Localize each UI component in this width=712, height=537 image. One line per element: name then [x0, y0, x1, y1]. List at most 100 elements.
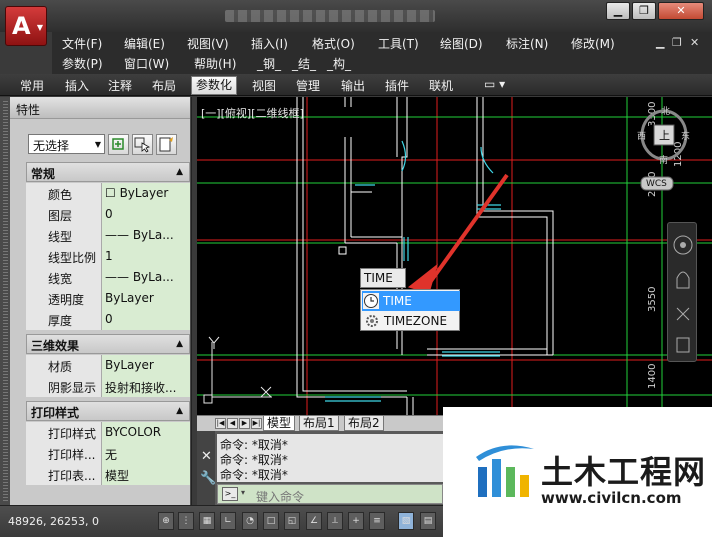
menu-help[interactable]: 帮助(H): [194, 55, 236, 72]
doc-minimize-button[interactable]: ▁: [656, 36, 664, 49]
prop-row-color[interactable]: 颜色 ☐ ByLayer: [26, 183, 190, 204]
autocomplete-input[interactable]: TIME: [360, 268, 406, 288]
prev-layout-button[interactable]: ◀: [227, 418, 238, 429]
maximize-button[interactable]: ❐: [632, 2, 656, 20]
section-3d-header[interactable]: 三维效果 ▲: [26, 334, 190, 354]
prop-value[interactable]: ☐ ByLayer: [102, 183, 190, 204]
tab-output[interactable]: 输出: [337, 77, 369, 94]
prop-value[interactable]: 0: [102, 309, 190, 330]
tab-online[interactable]: 联机: [425, 77, 457, 94]
menu-dimension[interactable]: 标注(N): [506, 35, 548, 52]
viewcube-top-face[interactable]: 上: [659, 127, 670, 143]
toggle-pickadd-button[interactable]: [108, 134, 129, 155]
close-button[interactable]: ✕: [658, 2, 704, 20]
menu-tools[interactable]: 工具(T): [378, 35, 419, 52]
menu-edit[interactable]: 编辑(E): [124, 35, 165, 52]
prop-row-transparency[interactable]: 透明度 ByLayer: [26, 288, 190, 309]
viewcube[interactable]: 上 北 西 东 南 WCS: [637, 103, 707, 198]
3d-osnap-toggle[interactable]: ◱: [284, 512, 300, 530]
section-plotstyle-header[interactable]: 打印样式 ▲: [26, 401, 190, 421]
menu-modify[interactable]: 修改(M): [571, 35, 615, 52]
prop-row-plotstyle-table[interactable]: 打印样... 无: [26, 443, 190, 464]
selection-dropdown[interactable]: 无选择 ▼: [28, 134, 105, 154]
command-input[interactable]: >_ ▾ 键入命令: [217, 484, 443, 504]
prop-row-thickness[interactable]: 厚度 0: [26, 309, 190, 330]
palette-grip[interactable]: [3, 101, 8, 501]
prop-row-material[interactable]: 材质 ByLayer: [26, 355, 190, 376]
tab-annotate[interactable]: 注释: [104, 77, 136, 94]
quick-select-button[interactable]: [156, 134, 177, 155]
command-prompt-icon[interactable]: >_: [222, 487, 238, 501]
prop-value[interactable]: 无: [102, 443, 190, 464]
chevron-down-icon[interactable]: ▾: [241, 488, 245, 497]
prop-row-linetype-scale[interactable]: 线型比例 1: [26, 246, 190, 267]
quick-properties-toggle[interactable]: ▤: [420, 512, 436, 530]
wrench-icon[interactable]: 🔧: [200, 471, 216, 486]
ortho-toggle[interactable]: ∟: [220, 512, 236, 530]
menu-structure[interactable]: _结_: [292, 55, 316, 72]
prop-value[interactable]: 1: [102, 246, 190, 267]
section-general-header[interactable]: 常规 ▲: [26, 162, 190, 182]
coordinate-readout[interactable]: 48926, 26253, 0: [8, 515, 99, 528]
select-objects-button[interactable]: [132, 134, 153, 155]
prop-row-shadow[interactable]: 阴影显示 投射和接收...: [26, 376, 190, 397]
menu-file[interactable]: 文件(F): [62, 35, 102, 52]
prop-value[interactable]: ByLayer: [102, 288, 190, 309]
tab-insert[interactable]: 插入: [61, 77, 93, 94]
tab-layout1[interactable]: 布局1: [299, 416, 339, 431]
lineweight-toggle[interactable]: ≡: [369, 512, 385, 530]
prop-value[interactable]: 投射和接收...: [102, 376, 190, 397]
command-line-grip[interactable]: ✕ 🔧: [197, 431, 216, 505]
polar-toggle[interactable]: ◔: [242, 512, 258, 530]
application-menu-button[interactable]: A ▼: [5, 6, 47, 46]
otrack-toggle[interactable]: ∠: [306, 512, 322, 530]
infer-constraints-toggle[interactable]: ⊕: [158, 512, 174, 530]
doc-restore-button[interactable]: ❐: [672, 36, 682, 49]
prop-value[interactable]: 0: [102, 204, 190, 225]
transparency-toggle[interactable]: ▧: [398, 512, 414, 530]
osnap-toggle[interactable]: □: [263, 512, 279, 530]
menu-insert[interactable]: 插入(I): [251, 35, 288, 52]
tab-model[interactable]: 模型: [263, 416, 296, 431]
prop-value[interactable]: BYCOLOR: [102, 422, 190, 443]
menu-view[interactable]: 视图(V): [187, 35, 229, 52]
minimize-button[interactable]: ▁: [606, 2, 630, 20]
prop-value[interactable]: —— ByLa...: [102, 225, 190, 246]
autocomplete-option-timezone[interactable]: TIMEZONE: [362, 311, 460, 331]
tab-plugins[interactable]: 插件: [381, 77, 413, 94]
prop-row-lineweight[interactable]: 线宽 —— ByLa...: [26, 267, 190, 288]
last-layout-button[interactable]: ▶|: [251, 418, 262, 429]
prop-row-linetype[interactable]: 线型 —— ByLa...: [26, 225, 190, 246]
wcs-menu[interactable]: WCS: [646, 179, 667, 189]
prop-row-plot-attach[interactable]: 打印表... 模型: [26, 464, 190, 485]
menu-draw[interactable]: 绘图(D): [440, 35, 483, 52]
tab-home[interactable]: 常用: [16, 77, 48, 94]
snap-toggle[interactable]: ⋮: [178, 512, 194, 530]
next-layout-button[interactable]: ▶: [239, 418, 250, 429]
tab-parametric[interactable]: 参数化: [191, 76, 238, 95]
first-layout-button[interactable]: |◀: [215, 418, 226, 429]
tab-manage[interactable]: 管理: [292, 77, 324, 94]
prop-row-layer[interactable]: 图层 0: [26, 204, 190, 225]
drawing-canvas[interactable]: 3300 2250 3550 1400 1200 [一][俯视][二维线框] 上…: [197, 97, 712, 415]
prop-value[interactable]: 模型: [102, 464, 190, 485]
tab-layout2[interactable]: 布局2: [344, 416, 384, 431]
prop-row-plotstyle[interactable]: 打印样式 BYCOLOR: [26, 422, 190, 443]
menu-window[interactable]: 窗口(W): [124, 55, 169, 72]
dyn-toggle[interactable]: +: [348, 512, 364, 530]
prop-value[interactable]: —— ByLa...: [102, 267, 190, 288]
tab-layout[interactable]: 布局: [148, 77, 180, 94]
tab-view[interactable]: 视图: [248, 77, 280, 94]
menu-construct[interactable]: _构_: [327, 55, 351, 72]
close-icon[interactable]: ✕: [201, 449, 212, 464]
ribbon-options-button[interactable]: ▭ ▾: [480, 77, 509, 94]
doc-close-button[interactable]: ✕: [690, 36, 699, 49]
autocomplete-option-time[interactable]: TIME: [362, 291, 460, 311]
viewport-controls-label[interactable]: [一][俯视][二维线框]: [201, 105, 304, 121]
menu-steel[interactable]: _钢_: [257, 55, 281, 72]
ducs-toggle[interactable]: ⟂: [327, 512, 343, 530]
menu-parametric[interactable]: 参数(P): [62, 55, 103, 72]
grid-toggle[interactable]: ▦: [199, 512, 215, 530]
menu-format[interactable]: 格式(O): [312, 35, 355, 52]
prop-value[interactable]: ByLayer: [102, 355, 190, 376]
